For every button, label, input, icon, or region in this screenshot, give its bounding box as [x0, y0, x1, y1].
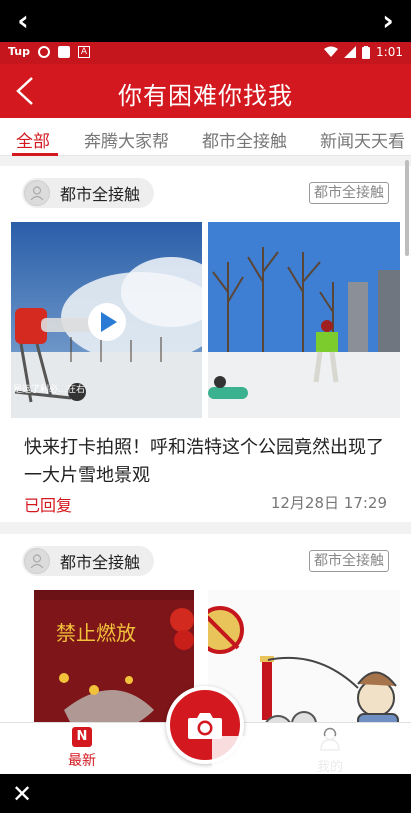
active-tab-indicator	[12, 153, 58, 156]
source-name: 都市全接触	[60, 553, 141, 572]
user-avatar-icon	[24, 180, 50, 206]
close-icon[interactable]: ✕	[12, 780, 32, 808]
wifi-icon	[324, 46, 339, 57]
nav-latest-label: 最新	[68, 753, 96, 769]
page-title: 你有困难你找我	[118, 82, 293, 110]
poster-text: 禁止燃放	[56, 621, 136, 645]
tab-benteng[interactable]: 奔腾大家帮	[84, 127, 169, 152]
video-caption: 是运了利必…在右	[13, 383, 85, 395]
category-tag: 都市全接触	[309, 182, 389, 204]
post-feed[interactable]: 都市全接触 都市全接触 是运了利必…在右 快来打卡拍照！呼和浩特这个公园竟然出现…	[0, 160, 411, 722]
tab-news[interactable]: 新闻天天看	[320, 127, 405, 152]
user-avatar-icon	[24, 548, 50, 574]
a-icon: A	[78, 45, 90, 58]
status-time: 1:01	[376, 45, 403, 59]
latest-icon: N	[72, 727, 92, 747]
browser-top-bar: ‹ ›	[0, 0, 411, 42]
reply-status: 已回复	[24, 496, 73, 515]
source-pill[interactable]: 都市全接触	[22, 178, 155, 208]
browser-bottom-bar: ✕	[0, 774, 411, 813]
notification-icon	[58, 45, 70, 58]
sync-icon	[38, 45, 50, 58]
post-image[interactable]	[208, 222, 400, 418]
tab-dushi[interactable]: 都市全接触	[202, 127, 287, 152]
post-time: 12月28日 17:29	[270, 494, 387, 512]
chevron-right-icon[interactable]: ›	[373, 6, 403, 36]
scrollbar[interactable]	[405, 160, 409, 256]
post-card[interactable]: 都市全接触 都市全接触 是运了利必…在右 快来打卡拍照！呼和浩特这个公园竟然出现…	[0, 166, 411, 522]
tab-all[interactable]: 全部	[16, 127, 50, 152]
app-screen: ‹ › Tup A 1:01 你有困难你找我 全部 奔腾大家帮 都市全接触 新闻…	[0, 0, 411, 813]
source-name: 都市全接触	[60, 185, 141, 204]
watermark	[212, 736, 392, 776]
signal-icon	[344, 46, 357, 58]
source-pill[interactable]: 都市全接触	[22, 546, 155, 576]
page-header: 你有困难你找我	[0, 64, 411, 118]
nav-latest[interactable]: N 最新	[62, 727, 102, 770]
carrier-label: Tup	[8, 45, 30, 58]
post-title[interactable]: 快来打卡拍照！呼和浩特这个公园竟然出现了一大片雪地景观	[24, 434, 394, 490]
category-tabs: 全部 奔腾大家帮 都市全接触 新闻天天看	[0, 118, 411, 156]
chevron-left-icon[interactable]: ‹	[8, 6, 38, 36]
category-tag: 都市全接触	[309, 550, 389, 572]
status-bar: Tup A 1:01	[0, 42, 411, 64]
battery-icon	[362, 45, 371, 59]
video-thumbnail[interactable]: 是运了利必…在右	[11, 222, 202, 418]
